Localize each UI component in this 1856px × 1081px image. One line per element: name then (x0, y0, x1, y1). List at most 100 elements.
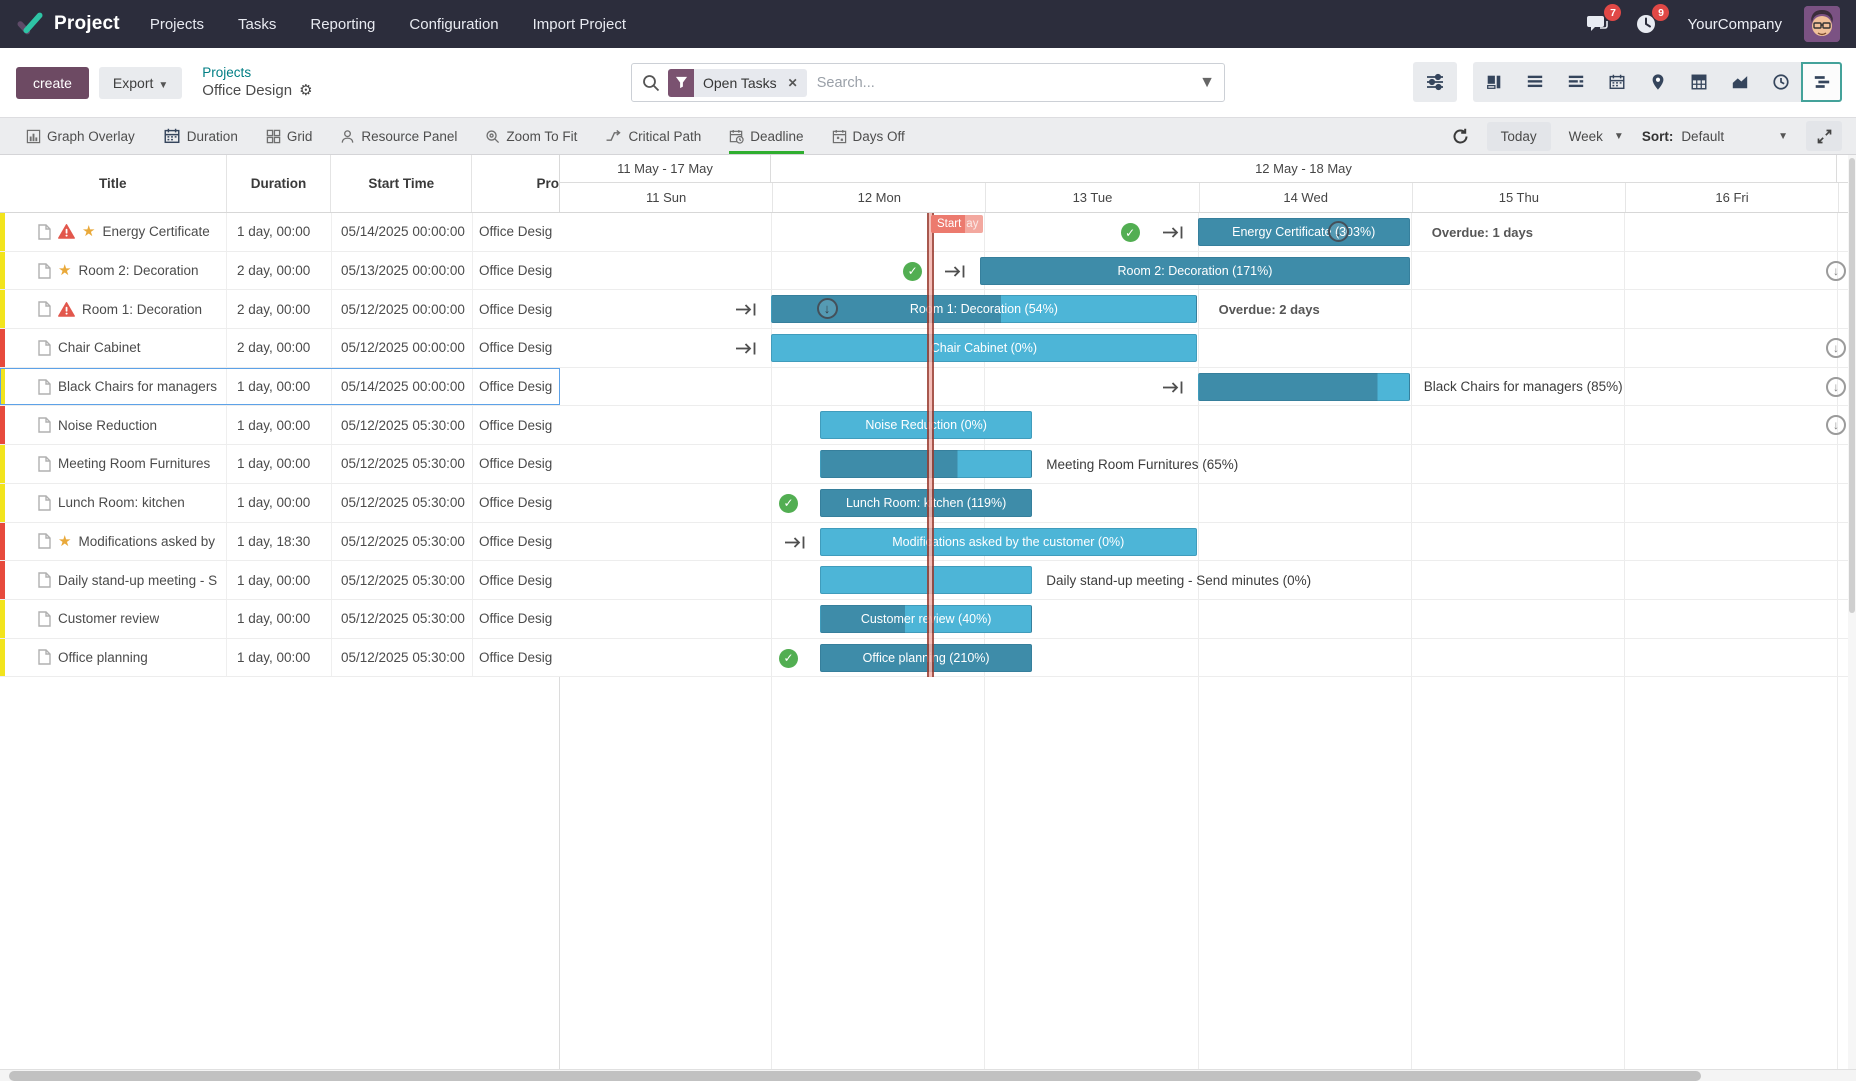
nav-menu-item-import-project[interactable]: Import Project (533, 16, 626, 33)
filter-remove-icon[interactable]: ✕ (786, 76, 807, 90)
search-bar: Open Tasks ✕ ▼ (631, 63, 1225, 102)
task-title-cell[interactable]: ★Room 2: Decoration (5, 252, 227, 290)
task-start-cell: 05/12/2025 05:30:00 (332, 639, 473, 677)
messages-icon[interactable]: 7 (1585, 11, 1611, 37)
view-button-graph[interactable] (1719, 62, 1760, 102)
nav-menu-item-reporting[interactable]: Reporting (310, 16, 375, 33)
task-title-cell[interactable]: ★Energy Certificate (5, 213, 227, 251)
column-header-pro[interactable]: Pro (472, 155, 559, 212)
main-menu: Projects Tasks Reporting Configuration Impor… (150, 16, 626, 33)
task-duration-cell: 1 day, 00:00 (227, 484, 332, 522)
horizontal-scrollbar-thumb[interactable] (9, 1071, 1701, 1081)
view-button-pivot[interactable] (1678, 62, 1719, 102)
horizontal-scrollbar[interactable] (0, 1069, 1856, 1081)
task-row-left[interactable]: ★Room 2: Decoration2 day, 00:0005/13/202… (0, 252, 560, 290)
task-row-left[interactable]: Chair Cabinet2 day, 00:0005/12/2025 00:0… (0, 329, 560, 367)
task-title-cell[interactable]: Chair Cabinet (5, 329, 227, 367)
task-row-left[interactable]: Meeting Room Furnitures1 day, 00:0005/12… (0, 445, 560, 483)
sliders-icon-button[interactable] (1413, 62, 1457, 102)
export-button[interactable]: Export▼ (99, 67, 182, 99)
task-row-left[interactable]: Lunch Room: kitchen1 day, 00:0005/12/202… (0, 484, 560, 522)
task-row-left[interactable]: Customer review1 day, 00:0005/12/2025 05… (0, 600, 560, 638)
task-row-left[interactable]: Daily stand-up meeting - S1 day, 00:0005… (0, 561, 560, 599)
column-header-duration[interactable]: Duration (227, 155, 332, 212)
task-title: Customer review (58, 611, 159, 626)
task-title-cell[interactable]: Room 1: Decoration (5, 290, 227, 328)
bar-outside-label: Daily stand-up meeting - Send minutes (0… (1046, 561, 1311, 599)
task-row-left[interactable]: ★Energy Certificate1 day, 00:0005/14/202… (0, 213, 560, 251)
gantt-toolbar-resource-panel[interactable]: Resource Panel (340, 118, 457, 154)
star-icon[interactable]: ★ (82, 224, 95, 239)
task-title: Modifications asked by (78, 534, 215, 549)
view-button-gantt[interactable] (1801, 62, 1842, 102)
task-start-cell: 05/12/2025 00:00:00 (332, 329, 473, 367)
column-header-title[interactable]: Title (0, 155, 227, 212)
gantt-bar[interactable]: Room 2: Decoration (171%) (980, 257, 1410, 285)
star-icon[interactable]: ★ (58, 263, 71, 278)
search-input[interactable] (807, 75, 1190, 91)
gantt-toolbar-duration[interactable]: Duration (163, 118, 238, 154)
nav-menu-item-configuration[interactable]: Configuration (409, 16, 498, 33)
document-icon (38, 572, 51, 588)
view-button-map[interactable] (1637, 62, 1678, 102)
task-project-cell: Office Desig (473, 445, 560, 483)
gantt-toolbar-graph-overlay[interactable]: Graph Overlay (26, 118, 135, 154)
edge-scroll-down-icon[interactable]: ↓ (1826, 338, 1846, 358)
task-row-left[interactable]: Room 1: Decoration2 day, 00:0005/12/2025… (0, 290, 560, 328)
task-title-cell[interactable]: Lunch Room: kitchen (5, 484, 227, 522)
today-button[interactable]: Today (1487, 122, 1551, 151)
task-title-cell[interactable]: Customer review (5, 600, 227, 638)
breadcrumb-parent-link[interactable]: Projects (202, 65, 312, 82)
gantt-toolbar-grid[interactable]: Grid (266, 118, 313, 154)
task-title-cell[interactable]: ★ Modifications asked by (5, 523, 227, 561)
gantt-bar[interactable]: Chair Cabinet (0%) (771, 334, 1196, 362)
vertical-scrollbar[interactable] (1848, 155, 1856, 1069)
refresh-icon[interactable] (1452, 128, 1469, 145)
task-title-cell[interactable]: Office planning (5, 639, 227, 677)
sort-value[interactable]: Default (1681, 129, 1724, 144)
view-button-calendar[interactable] (1596, 62, 1637, 102)
nav-menu-item-tasks[interactable]: Tasks (238, 16, 276, 33)
gantt-toolbar-deadline[interactable]: Deadline (729, 118, 803, 154)
scale-select[interactable]: Week▼ (1569, 129, 1624, 144)
task-title-cell[interactable]: Black Chairs for managers (5, 368, 227, 406)
task-gantt-cell: Customer review (40%) (560, 600, 1856, 638)
task-row-left[interactable]: Noise Reduction1 day, 00:0005/12/2025 05… (0, 406, 560, 444)
task-row-left[interactable]: ★Modifications asked by1 day, 18:3005/12… (0, 523, 560, 561)
task-title-cell[interactable]: Noise Reduction (5, 406, 227, 444)
document-icon (38, 533, 51, 549)
user-avatar[interactable] (1804, 6, 1840, 42)
activities-clock-icon[interactable]: 9 (1633, 11, 1659, 37)
view-button-kanban[interactable] (1473, 62, 1514, 102)
gantt-toolbar-days-off[interactable]: Days Off (832, 118, 905, 154)
gantt-toolbar-zoom-to-fit[interactable]: Zoom To Fit (485, 118, 577, 154)
edge-scroll-down-icon[interactable]: ↓ (1826, 377, 1846, 397)
task-row-left[interactable]: Black Chairs for managers1 day, 00:0005/… (0, 368, 560, 406)
sort-caret-icon[interactable]: ▼ (1778, 131, 1788, 142)
edge-scroll-down-icon[interactable]: ↓ (1826, 415, 1846, 435)
gantt-bar[interactable]: Energy Certificate (303%) (1198, 218, 1410, 246)
company-name[interactable]: YourCompany (1687, 16, 1782, 33)
filter-chip-open-tasks[interactable]: Open Tasks ✕ (668, 69, 807, 97)
bar-scroll-down-icon[interactable]: ↓ (817, 298, 838, 319)
task-row-left[interactable]: Office planning1 day, 00:0005/12/2025 05… (0, 639, 560, 677)
vertical-scrollbar-thumb[interactable] (1849, 158, 1855, 613)
gantt-toolbar-critical-path[interactable]: Critical Path (605, 118, 701, 154)
gantt-bar[interactable]: Modifications asked by the customer (0%) (820, 528, 1197, 556)
expand-fullscreen-button[interactable] (1806, 121, 1842, 151)
task-title-cell[interactable]: Meeting Room Furnitures (5, 445, 227, 483)
search-dropdown-caret[interactable]: ▼ (1190, 64, 1224, 101)
gantt-bar[interactable] (1198, 373, 1410, 401)
gear-icon[interactable]: ⚙ (299, 82, 312, 101)
create-button[interactable]: create (16, 67, 89, 99)
star-icon[interactable]: ★ (58, 534, 71, 549)
edge-scroll-down-icon[interactable]: ↓ (1826, 261, 1846, 281)
view-button-timeline[interactable] (1555, 62, 1596, 102)
view-button-activity[interactable] (1760, 62, 1801, 102)
deadline-arrow-icon (1161, 225, 1185, 240)
bar-scroll-down-icon[interactable]: ↓ (1328, 221, 1349, 242)
view-button-list[interactable] (1514, 62, 1555, 102)
task-title-cell[interactable]: Daily stand-up meeting - S (5, 561, 227, 599)
column-header-start-time[interactable]: Start Time (331, 155, 472, 212)
nav-menu-item-projects[interactable]: Projects (150, 16, 204, 33)
